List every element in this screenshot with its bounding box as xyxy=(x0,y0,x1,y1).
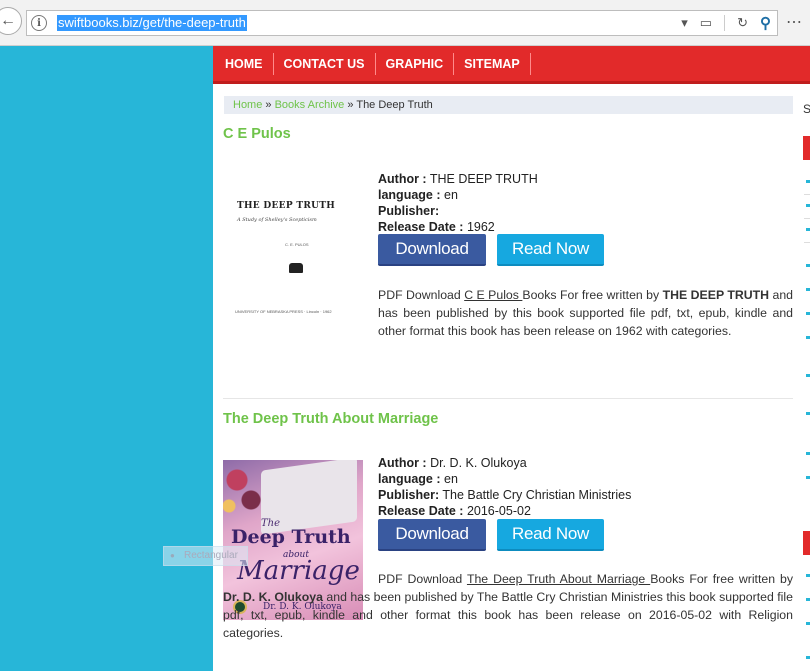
right-sidebar: S xyxy=(800,96,810,671)
nav-contact-us[interactable]: CONTACT US xyxy=(274,52,376,75)
separator xyxy=(724,15,726,31)
language-label: language : xyxy=(378,188,441,202)
desc-text: PDF Download xyxy=(378,288,465,302)
cover-author: C. E. PULOS xyxy=(285,242,309,247)
entry-divider xyxy=(223,398,793,399)
release-label: Release Date : xyxy=(378,504,464,518)
release-label: Release Date : xyxy=(378,220,464,234)
main-navbar: HOME CONTACT US GRAPHIC SITEMAP xyxy=(213,46,810,84)
back-icon[interactable]: ← xyxy=(0,7,22,35)
publisher-label: Publisher: xyxy=(378,488,440,502)
sidebar-bullet[interactable] xyxy=(806,374,810,377)
breadcrumb-current: The Deep Truth xyxy=(356,99,433,111)
sidebar-section-header xyxy=(803,531,810,555)
sidebar-heading: S xyxy=(803,102,810,116)
sidebar-section-header xyxy=(803,136,810,160)
publisher-logo-icon xyxy=(289,263,303,273)
read-now-button[interactable]: Read Now xyxy=(497,519,604,551)
sidebar-bullet[interactable] xyxy=(806,622,810,625)
author-value: Dr. D. K. Olukoya xyxy=(430,456,527,470)
breadcrumb-home[interactable]: Home xyxy=(233,99,262,111)
sidebar-bullet[interactable] xyxy=(806,412,810,415)
dropdown-icon[interactable]: ▾ xyxy=(681,15,688,31)
cover-title-deep-truth: Deep Truth xyxy=(231,526,351,548)
browser-toolbar: ← i swiftbooks.biz/get/the-deep-truth ▾ … xyxy=(0,0,810,46)
sidebar-bullet[interactable] xyxy=(806,452,810,455)
download-button[interactable]: Download xyxy=(378,519,486,551)
download-button[interactable]: Download xyxy=(378,234,486,266)
language-value: en xyxy=(444,188,458,202)
desc-author: THE DEEP TRUTH xyxy=(662,288,770,302)
book-title[interactable]: The Deep Truth About Marriage xyxy=(223,411,438,427)
book-title[interactable]: C E Pulos xyxy=(223,126,291,142)
sidebar-divider xyxy=(804,218,810,219)
author-label: Author : xyxy=(378,456,427,470)
nav-graphic[interactable]: GRAPHIC xyxy=(376,52,455,75)
cover-press: UNIVERSITY OF NEBRASKA PRESS · Lincoln ·… xyxy=(235,309,332,314)
address-bar[interactable]: i swiftbooks.biz/get/the-deep-truth ▾ ▭ … xyxy=(26,10,778,36)
read-now-button[interactable]: Read Now xyxy=(497,234,604,266)
floating-overlay: Rectangular xyxy=(163,546,248,566)
release-value: 1962 xyxy=(466,220,495,234)
sidebar-bullet[interactable] xyxy=(806,574,810,577)
desc-text: PDF Download xyxy=(378,572,467,586)
breadcrumb-books-archive[interactable]: Books Archive xyxy=(275,99,345,111)
nav-home[interactable]: HOME xyxy=(215,52,274,75)
sidebar-bullet[interactable] xyxy=(806,228,810,231)
sidebar-bullet[interactable] xyxy=(806,264,810,267)
sidebar-divider xyxy=(804,242,810,243)
cover-subtitle: A Study of Shelley's Scepticism xyxy=(237,217,317,223)
reload-icon[interactable]: ↻ xyxy=(737,15,748,31)
breadcrumb-separator: » xyxy=(265,99,272,111)
search-icon[interactable]: ⚲ xyxy=(760,14,771,32)
sidebar-bullet[interactable] xyxy=(806,312,810,315)
desc-text: Books For free written by xyxy=(522,288,663,302)
more-icon[interactable]: ⋯ xyxy=(786,12,802,32)
book-meta: Author : Dr. D. K. Olukoya language : en… xyxy=(378,455,631,519)
sidebar-bullet[interactable] xyxy=(806,476,810,479)
book-meta: Author : THE DEEP TRUTH language : en Pu… xyxy=(378,171,538,235)
sidebar-divider xyxy=(804,194,810,195)
flowers-illustration xyxy=(223,460,269,520)
sidebar-bullet[interactable] xyxy=(806,336,810,339)
cover-title: THE DEEP TRUTH xyxy=(237,201,336,211)
desc-author: Dr. D. K. Olukoya xyxy=(223,590,323,604)
author-value: THE DEEP TRUTH xyxy=(429,172,538,186)
book-description: PDF Download The Deep Truth About Marria… xyxy=(223,570,793,642)
sidebar-bullet[interactable] xyxy=(806,288,810,291)
breadcrumb: Home » Books Archive » The Deep Truth xyxy=(224,96,793,114)
address-bar-actions: ▾ ▭ ↻ ⚲ xyxy=(681,14,771,32)
sidebar-bullet[interactable] xyxy=(806,180,810,183)
publisher-value: The Battle Cry Christian Ministries xyxy=(442,488,632,502)
language-label: language : xyxy=(378,472,441,486)
breadcrumb-separator: » xyxy=(347,99,354,111)
left-background-panel xyxy=(0,46,213,671)
reader-view-icon[interactable]: ▭ xyxy=(700,15,712,31)
language-value: en xyxy=(444,472,458,486)
sidebar-bullet[interactable] xyxy=(806,598,810,601)
url-text[interactable]: swiftbooks.biz/get/the-deep-truth xyxy=(57,15,247,31)
release-value: 2016-05-02 xyxy=(466,504,531,518)
book-cover-image[interactable]: THE DEEP TRUTH A Study of Shelley's Scep… xyxy=(223,175,363,335)
author-label: Author : xyxy=(378,172,427,186)
sidebar-bullet[interactable] xyxy=(806,656,810,659)
desc-book-link[interactable]: The Deep Truth About Marriage xyxy=(467,572,650,586)
book-description: PDF Download C E Pulos Books For free wr… xyxy=(378,286,793,340)
publisher-label: Publisher: xyxy=(378,204,440,218)
desc-text: Books For free written by xyxy=(650,572,793,586)
nav-sitemap[interactable]: SITEMAP xyxy=(454,52,531,75)
desc-book-link[interactable]: C E Pulos xyxy=(464,288,522,302)
sidebar-bullet[interactable] xyxy=(806,204,810,207)
info-icon[interactable]: i xyxy=(31,15,47,31)
